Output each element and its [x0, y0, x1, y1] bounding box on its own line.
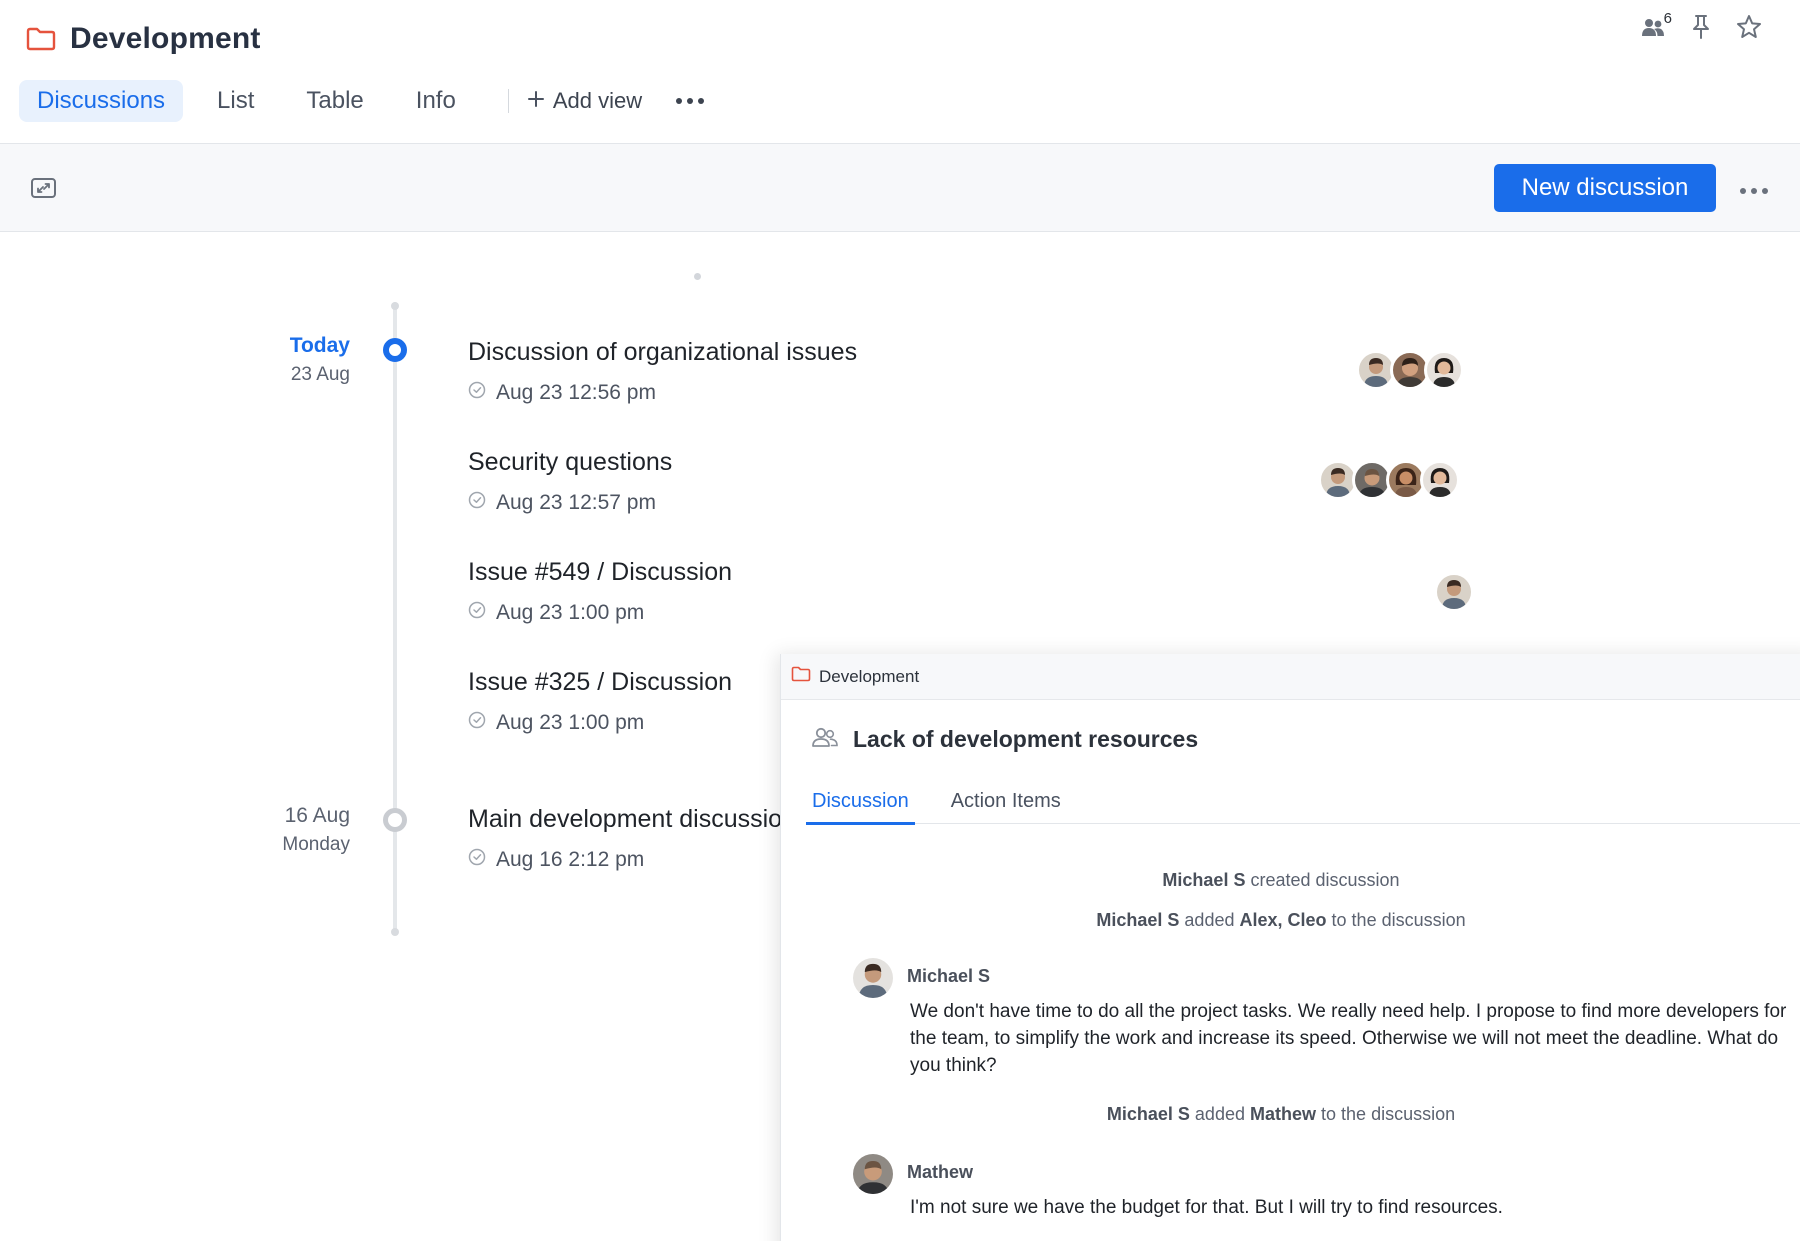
discussion-time: Aug 23 1:00 pm [468, 601, 732, 625]
new-discussion-button[interactable]: New discussion [1494, 164, 1716, 212]
message-author[interactable]: Michael S [907, 966, 990, 987]
panel-breadcrumb: Development [781, 654, 1800, 700]
timeline-end [391, 928, 399, 936]
page-title: Development [70, 22, 261, 55]
date-group-16aug: 16 Aug Monday [150, 804, 350, 856]
folder-icon [26, 27, 56, 51]
plus-icon [527, 88, 545, 114]
discussion-title: Discussion of organizational issues [468, 338, 858, 366]
system-event: Michael S created discussion [1162, 870, 1400, 890]
clock-icon [468, 491, 486, 515]
avatar [1424, 350, 1464, 390]
timeline-start [391, 302, 399, 310]
discussion-item[interactable]: Security questions Aug 23 12:57 pm [468, 448, 672, 515]
members-icon [1640, 16, 1666, 43]
discussion-panel: Development Lack of development resource… [780, 654, 1800, 1241]
clock-icon [468, 848, 486, 872]
add-view-button[interactable]: Add view [527, 88, 642, 114]
discussion-title: Issue #549 / Discussion [468, 558, 733, 586]
members-count: 6 [1663, 10, 1672, 27]
discussion-users-icon [811, 726, 839, 753]
discussion-time: Aug 16 2:12 pm [468, 848, 796, 872]
timeline-node-today [383, 338, 407, 362]
star-icon [1736, 14, 1762, 45]
clock-icon [468, 381, 486, 405]
discussion-time: Aug 23 12:56 pm [468, 381, 857, 405]
toolbar-more-button[interactable] [1740, 188, 1768, 194]
date-main: 16 Aug [284, 804, 350, 827]
discussion-time: Aug 23 1:00 pm [468, 711, 732, 735]
tab-info[interactable]: Info [398, 80, 474, 122]
date-sub: 23 Aug [290, 364, 350, 385]
panel-title: Lack of development resources [853, 726, 1199, 752]
clock-icon [468, 601, 486, 625]
page-header: Development 6 Discussions List Table Inf… [0, 0, 1800, 144]
tabs-divider [507, 89, 509, 113]
discussion-time: Aug 23 12:57 pm [468, 491, 672, 515]
members-button[interactable]: 6 [1638, 10, 1672, 44]
discussion-item[interactable]: Issue #549 / Discussion Aug 23 1:00 pm [468, 558, 732, 625]
folder-icon [791, 666, 811, 687]
tab-discussion[interactable]: Discussion [806, 784, 915, 825]
pin-icon [1690, 14, 1712, 45]
clock-icon [468, 711, 486, 735]
avatar [1420, 460, 1460, 500]
tab-table[interactable]: Table [288, 80, 381, 122]
message-text: I'm not sure we have the budget for that… [910, 1197, 1503, 1218]
tab-list[interactable]: List [199, 80, 272, 122]
views-more-button[interactable] [676, 80, 705, 122]
avatar [1434, 572, 1474, 612]
panel-title-row: Lack of development resources [811, 726, 1198, 753]
timeline-line [393, 302, 397, 932]
system-event: Michael S added Alex, Cleo to the discus… [1096, 910, 1466, 930]
date-group-today: Today 23 Aug [150, 334, 350, 386]
view-tabs: Discussions List Table Info Add view [19, 80, 705, 122]
participants-avatars [1434, 572, 1474, 612]
participants-avatars [1318, 460, 1460, 500]
discussion-title: Issue #325 / Discussion [468, 668, 733, 696]
discussion-title: Main development discussion [468, 805, 796, 833]
tab-discussions[interactable]: Discussions [19, 80, 184, 122]
discussion-item[interactable]: Main development discussion Aug 16 2:12 … [468, 805, 796, 872]
pin-button[interactable] [1686, 14, 1716, 44]
header-icons: 6 [1638, 10, 1764, 44]
toolbar: New discussion [0, 144, 1800, 232]
message-text: We don't have time to do all the project… [910, 1001, 1787, 1076]
expand-button[interactable] [30, 176, 58, 205]
discussion-item[interactable]: Discussion of organizational issues Aug … [468, 338, 857, 405]
date-sub: Monday [282, 834, 350, 855]
system-event: Michael S added Mathew to the discussion [1106, 1104, 1456, 1124]
message-author[interactable]: Mathew [907, 1162, 973, 1183]
title-row: Development [26, 22, 261, 56]
scroll-indicator [694, 273, 701, 280]
favorite-button[interactable] [1734, 14, 1764, 44]
avatar [853, 958, 893, 998]
expand-icon [30, 178, 58, 204]
discussion-title: Security questions [468, 448, 673, 476]
date-main: Today [289, 334, 350, 357]
timeline-node-16aug [383, 808, 407, 832]
tab-action-items[interactable]: Action Items [945, 784, 1067, 824]
panel-tabs: Discussion Action Items [806, 784, 1800, 825]
avatar [853, 1154, 893, 1194]
participants-avatars [1356, 350, 1464, 390]
discussion-item[interactable]: Issue #325 / Discussion Aug 23 1:00 pm [468, 668, 732, 735]
breadcrumb-link[interactable]: Development [819, 667, 919, 687]
add-view-label: Add view [552, 88, 643, 113]
